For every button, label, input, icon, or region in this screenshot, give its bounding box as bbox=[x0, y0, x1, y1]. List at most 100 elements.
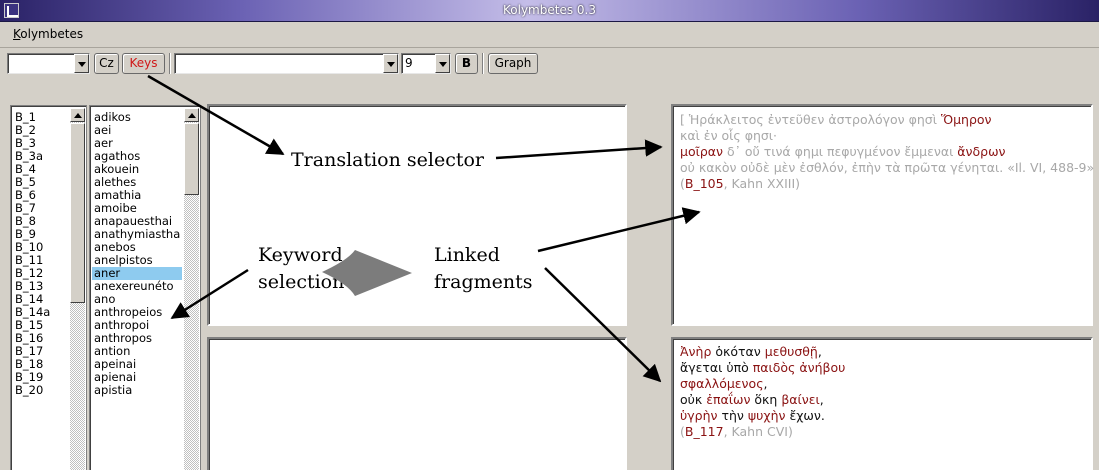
annotation-keyword-line2: selection bbox=[258, 271, 345, 293]
keyword-list-item[interactable]: agathos bbox=[94, 150, 140, 163]
language-combo[interactable] bbox=[7, 53, 90, 74]
scroll-up-icon[interactable] bbox=[70, 108, 85, 122]
fragment-line: ἄγεται ὑπὸ παιδὸς ἀνήβου bbox=[680, 360, 845, 376]
keyword-list-item[interactable]: anthropoi bbox=[94, 319, 149, 332]
keyword-list-item[interactable]: antion bbox=[94, 345, 130, 358]
keyword-list-item[interactable]: aei bbox=[94, 124, 111, 137]
keyword-list-item[interactable]: anthropeios bbox=[94, 306, 162, 319]
fragment-line: Ἀνὴρ ὁκόταν μεθυσθῇ, bbox=[680, 344, 822, 360]
fragment-list-item[interactable]: B_13 bbox=[15, 280, 43, 293]
fragment-list[interactable]: B_20 B_19 B_18 B_17 B_16 B_15 B_14a B_14 B_13 B_1… bbox=[10, 105, 87, 470]
toolbar-separator bbox=[169, 53, 171, 74]
greek-text: δ᾽ οὔ τινά φημι πεφυγμένον ἔμμεναι bbox=[723, 144, 958, 159]
fragment-list-item[interactable]: B_6 bbox=[15, 189, 36, 202]
fragment-list-item[interactable]: B_12 bbox=[15, 267, 43, 280]
scroll-thumb[interactable] bbox=[184, 123, 199, 195]
fragment-text-pane-bottom[interactable]: Ἀνὴρ ὁκόταν μεθυσθῇ, ἄγεται ὑπὸ παιδὸς ἀ… bbox=[671, 337, 1093, 470]
fragment-text-pane-top[interactable]: [ Ἡράκλειτος ἐντεῦθεν ἀστρολόγον φησὶ Ὅμ… bbox=[671, 104, 1099, 326]
fragment-list-scrollbar[interactable] bbox=[70, 108, 85, 470]
linked-word[interactable]: παιδὸς ἀνήβου bbox=[753, 360, 846, 375]
menu-kolymbetes[interactable]: Kolymbetes bbox=[13, 27, 83, 41]
linked-word[interactable]: ψυχὴν bbox=[748, 408, 786, 423]
font-size-combo[interactable]: 9 bbox=[401, 53, 451, 74]
keyword-list-item[interactable]: amoibe bbox=[94, 202, 137, 215]
fragment-list-item[interactable]: B_1 bbox=[15, 111, 36, 124]
title-bar[interactable]: Kolymbetes 0.3 bbox=[0, 0, 1099, 22]
menu-label-rest: olymbetes bbox=[20, 27, 84, 41]
keyword-list-scrollbar[interactable] bbox=[184, 108, 199, 470]
scroll-up-icon[interactable] bbox=[184, 108, 199, 122]
fragment-list-item[interactable]: B_2 bbox=[15, 124, 36, 137]
fragment-list-item[interactable]: B_16 bbox=[15, 332, 43, 345]
fragment-link[interactable]: B_117 bbox=[685, 424, 724, 439]
fragment-list-item[interactable]: B_19 bbox=[15, 371, 43, 384]
linked-word[interactable]: μοῖραν bbox=[680, 144, 723, 159]
translation-pane-bottom[interactable] bbox=[207, 337, 627, 470]
font-size-value: 9 bbox=[405, 56, 413, 70]
greek-text: οὐκ bbox=[680, 392, 707, 407]
ref-text: , Kahn CVI) bbox=[723, 424, 793, 439]
keyword-list-item[interactable]: ano bbox=[94, 293, 115, 306]
keyword-list-item[interactable]: apeinai bbox=[94, 358, 136, 371]
fragment-reference: (B_117, Kahn CVI) bbox=[680, 424, 793, 440]
keyword-list-item[interactable]: apienai bbox=[94, 371, 136, 384]
fragment-list-item[interactable]: B_3a bbox=[15, 150, 43, 163]
keyword-list[interactable]: apistia apienai apeinai antion anthropos anth… bbox=[89, 105, 201, 470]
punctuation: , bbox=[763, 376, 768, 391]
keyword-list-item[interactable]: adikos bbox=[94, 111, 131, 124]
fragment-list-item[interactable]: B_9 bbox=[15, 228, 36, 241]
fragment-list-item[interactable]: B_3 bbox=[15, 137, 36, 150]
fragment-list-item[interactable]: B_20 bbox=[15, 384, 43, 397]
greek-text: τὴν bbox=[717, 408, 748, 423]
linked-word[interactable]: ἐπαΐων bbox=[706, 392, 750, 407]
fragment-list-item[interactable]: B_14a bbox=[15, 306, 50, 319]
chevron-down-icon[interactable] bbox=[383, 54, 398, 73]
linked-word[interactable]: Ἀνὴρ bbox=[680, 344, 711, 359]
fragment-line: καὶ ἐν οἷς φησι· bbox=[680, 128, 777, 144]
linked-word[interactable]: Ὅμηρον bbox=[941, 112, 992, 127]
linked-word[interactable]: μεθυσθῇ bbox=[765, 344, 818, 359]
linked-word[interactable]: βαίνει bbox=[781, 392, 819, 407]
keyword-list-item[interactable]: alethes bbox=[94, 176, 136, 189]
translation-combo[interactable] bbox=[174, 53, 399, 74]
greek-text: Ἡράκλειτος ἐντεῦθεν ἀστρολόγον φησὶ bbox=[688, 112, 941, 127]
keyword-list-item[interactable]: amathia bbox=[94, 189, 141, 202]
keyword-list-item[interactable]: anebos bbox=[94, 241, 136, 254]
fragment-list-item[interactable]: B_17 bbox=[15, 345, 43, 358]
cz-button[interactable]: Cz bbox=[94, 53, 119, 74]
keyword-list-item[interactable]: anthropos bbox=[94, 332, 152, 345]
fragment-link[interactable]: B_105 bbox=[685, 176, 724, 191]
keys-button[interactable]: Keys bbox=[122, 53, 165, 74]
fragment-list-item[interactable]: B_8 bbox=[15, 215, 36, 228]
fragment-list-item[interactable]: B_18 bbox=[15, 358, 43, 371]
keyword-list-item[interactable]: anathymiastha bbox=[94, 228, 180, 241]
keyword-list-item[interactable]: anelpistos bbox=[94, 254, 153, 267]
fragment-list-item[interactable]: B_4 bbox=[15, 163, 36, 176]
scroll-thumb[interactable] bbox=[70, 123, 85, 303]
fragment-reference: (B_105, Kahn XXIII) bbox=[680, 176, 800, 192]
keyword-list-item[interactable]: anapauesthai bbox=[94, 215, 172, 228]
keyword-list-item[interactable]: akouein bbox=[94, 163, 139, 176]
fragment-list-item[interactable]: B_7 bbox=[15, 202, 36, 215]
punctuation: , bbox=[819, 392, 824, 407]
keyword-list-item-selected[interactable]: aner bbox=[92, 267, 182, 280]
keyword-list-item[interactable]: aer bbox=[94, 137, 113, 150]
fragment-list-item[interactable]: B_15 bbox=[15, 319, 43, 332]
chevron-down-icon[interactable] bbox=[435, 54, 450, 73]
fragment-list-item[interactable]: B_10 bbox=[15, 241, 43, 254]
keyword-list-item[interactable]: anexereunéto bbox=[94, 280, 173, 293]
graph-button[interactable]: Graph bbox=[488, 53, 538, 74]
fragment-line: μοῖραν δ᾽ οὔ τινά φημι πεφυγμένον ἔμμενα… bbox=[680, 144, 1006, 160]
chevron-down-icon[interactable] bbox=[74, 54, 89, 73]
keyword-list-item[interactable]: apistia bbox=[94, 384, 132, 397]
linked-word[interactable]: σφαλλόμενος bbox=[680, 376, 764, 391]
bold-button[interactable]: B bbox=[455, 53, 478, 74]
linked-word[interactable]: ἄνδρων bbox=[957, 144, 1005, 159]
linked-word[interactable]: ὑγρὴν bbox=[680, 408, 717, 423]
fragment-list-item[interactable]: B_5 bbox=[15, 176, 36, 189]
fragment-list-item[interactable]: B_11 bbox=[15, 254, 43, 267]
greek-text: ὅκη bbox=[750, 392, 782, 407]
greek-text: ὁκόταν bbox=[711, 344, 765, 359]
greek-text: ἔχων. bbox=[785, 408, 825, 423]
fragment-list-item[interactable]: B_14 bbox=[15, 293, 43, 306]
